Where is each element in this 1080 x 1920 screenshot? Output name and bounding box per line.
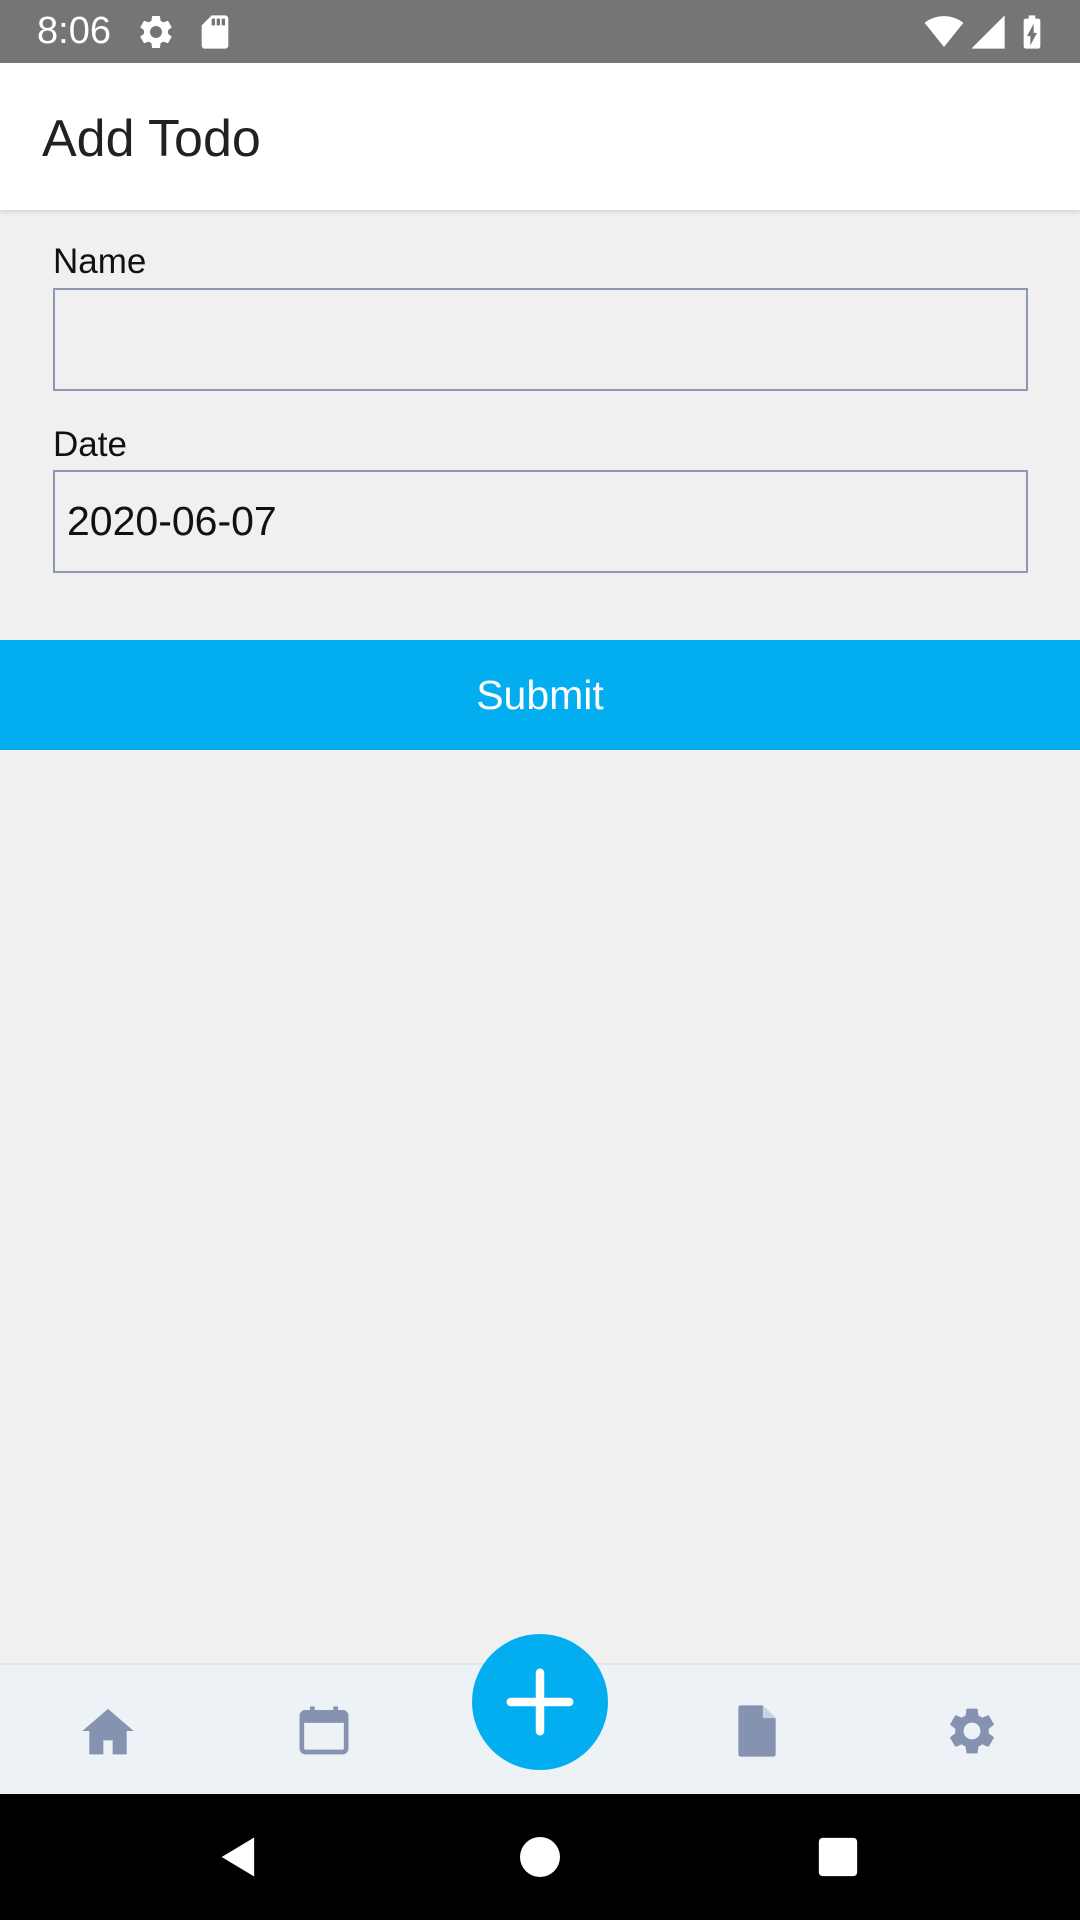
nav-documents[interactable] — [697, 1665, 817, 1796]
name-input[interactable] — [53, 288, 1028, 391]
system-nav — [0, 1794, 1080, 1920]
screen: 8:06 Add Todo Name Date Submit — [0, 0, 1080, 1920]
app-bar: Add Todo — [0, 63, 1080, 210]
date-input[interactable] — [53, 470, 1028, 573]
battery-charging-icon — [1012, 12, 1052, 52]
nav-settings[interactable] — [912, 1665, 1032, 1796]
status-time: 8:06 — [37, 10, 111, 52]
system-back-button[interactable] — [209, 1827, 269, 1887]
page-title: Add Todo — [42, 110, 261, 168]
signal-icon — [968, 12, 1008, 52]
add-icon — [506, 1668, 574, 1736]
system-recents-button[interactable] — [808, 1827, 868, 1887]
nav-calendar[interactable] — [264, 1665, 384, 1796]
document-icon — [738, 1704, 776, 1757]
name-label: Name — [53, 242, 147, 281]
nav-home[interactable] — [48, 1665, 168, 1796]
calendar-icon — [299, 1706, 349, 1754]
wifi-icon — [922, 12, 968, 52]
home-circle-icon — [520, 1837, 560, 1877]
gear-icon — [136, 12, 176, 52]
home-icon — [82, 1708, 134, 1754]
status-bar: 8:06 — [0, 0, 1080, 63]
recents-icon — [818, 1837, 858, 1877]
back-icon — [221, 1837, 255, 1877]
settings-icon — [950, 1708, 994, 1753]
sd-card-icon — [195, 12, 235, 52]
date-label: Date — [53, 425, 127, 464]
add-todo-fab[interactable] — [472, 1634, 608, 1770]
system-home-button[interactable] — [510, 1827, 570, 1887]
submit-button[interactable]: Submit — [0, 640, 1080, 750]
